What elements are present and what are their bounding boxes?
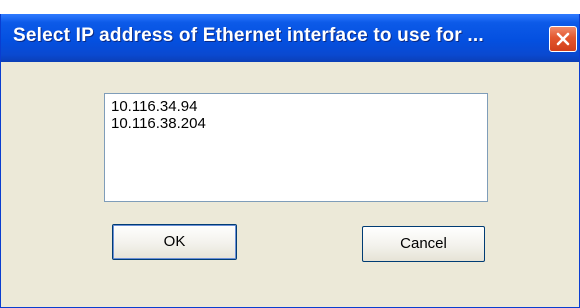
dialog-window: Select IP address of Ethernet interface … [0,14,580,308]
list-item-ip-1[interactable]: 10.116.34.94 [111,98,197,116]
list-item-ip-2[interactable]: 10.116.38.204 [111,115,206,133]
cancel-button[interactable]: Cancel [362,226,485,262]
ip-address-listbox[interactable]: 10.116.34.94 10.116.38.204 [104,93,488,202]
dialog-title: Select IP address of Ethernet interface … [13,25,484,46]
close-icon [556,32,570,46]
ok-button[interactable]: OK [112,224,237,260]
close-button[interactable] [549,26,577,52]
title-bar[interactable]: Select IP address of Ethernet interface … [1,14,579,62]
